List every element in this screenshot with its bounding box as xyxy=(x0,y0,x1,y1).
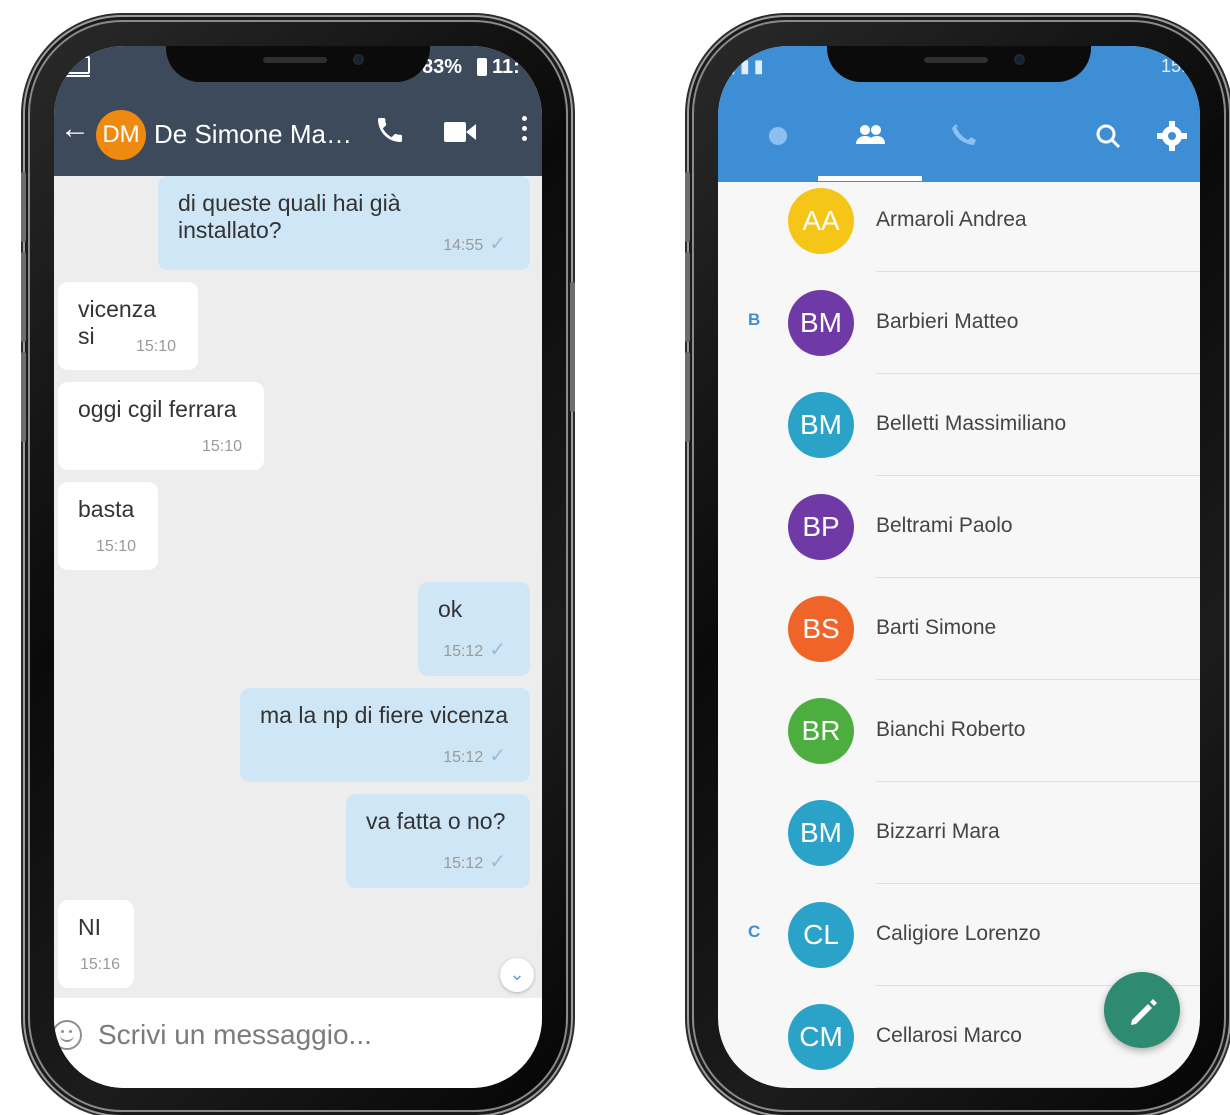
contact-name: Armaroli Andrea xyxy=(876,208,1027,231)
contact-avatar[interactable]: CL xyxy=(788,902,854,968)
contact-avatar[interactable]: BM xyxy=(788,392,854,458)
message-time: 15:12 ✓ xyxy=(443,851,506,873)
contact-name: Caligiore Lorenzo xyxy=(876,922,1041,945)
sent-check-icon: ✓ xyxy=(489,851,506,873)
message-time: 14:55 ✓ xyxy=(443,233,506,255)
message-time: 15:12 ✓ xyxy=(443,639,506,661)
contact-avatar[interactable]: AA xyxy=(788,188,854,254)
message-time: 15:16 xyxy=(80,956,121,973)
section-letter: C xyxy=(748,922,761,941)
contact-name: Beltrami Paolo xyxy=(876,514,1013,537)
pencil-icon xyxy=(1131,999,1157,1025)
contact-name: Barbieri Matteo xyxy=(876,310,1019,333)
compose-button[interactable] xyxy=(1104,972,1180,1048)
message-list[interactable]: di queste quali hai già installato? 14:5… xyxy=(54,176,542,998)
volume-down-button xyxy=(685,352,690,442)
mute-switch xyxy=(21,172,26,242)
message-input[interactable] xyxy=(96,1014,520,1056)
contact-name: Cellarosi Marco xyxy=(876,1024,1022,1047)
contact-name: Bianchi Roberto xyxy=(876,718,1026,741)
more-options-icon[interactable] xyxy=(522,116,528,146)
contact-avatar[interactable]: BM xyxy=(788,290,854,356)
laptop-icon xyxy=(60,56,90,77)
divider xyxy=(876,1087,1200,1088)
chat-phone-frame: 83% 11: ← DM De Simone Ma… di queste qua… xyxy=(21,22,575,1110)
message-composer xyxy=(54,998,542,1088)
section-letter: B xyxy=(748,310,761,329)
emoji-icon[interactable] xyxy=(54,1020,82,1050)
contact-name[interactable]: De Simone Ma… xyxy=(154,119,352,150)
message-bubble-out[interactable]: ok 15:12 ✓ xyxy=(418,582,530,676)
call-icon[interactable] xyxy=(944,116,984,156)
contacts-icon[interactable] xyxy=(850,116,890,156)
phone-icon[interactable] xyxy=(374,114,406,146)
clock: 11: xyxy=(492,56,520,78)
message-time: 15:10 xyxy=(95,538,136,555)
message-bubble-in[interactable]: vicenza si 15:10 xyxy=(58,282,198,370)
contact-row[interactable]: AA Armaroli Andrea xyxy=(718,170,1200,272)
contacts-phone-frame: ▮▮▮ 15:2 AA Armaroli Andrea B BM Barbier… xyxy=(685,22,1224,1110)
volume-down-button xyxy=(21,352,26,442)
contact-row[interactable]: BP Beltrami Paolo xyxy=(718,476,1200,578)
chat-screen: 83% 11: ← DM De Simone Ma… di queste qua… xyxy=(54,46,542,1088)
sent-check-icon: ✓ xyxy=(489,639,506,661)
clock: 15:2 xyxy=(1160,56,1196,76)
message-bubble-in[interactable]: basta 15:10 xyxy=(58,482,158,570)
contacts-screen: ▮▮▮ 15:2 AA Armaroli Andrea B BM Barbier… xyxy=(718,46,1200,1088)
message-bubble-in[interactable]: oggi cgil ferrara 15:10 xyxy=(58,382,264,470)
message-time: 15:10 xyxy=(135,338,176,355)
back-arrow-icon[interactable]: ← xyxy=(60,114,90,144)
message-text: basta xyxy=(78,496,135,522)
sent-check-icon: ✓ xyxy=(489,745,506,767)
power-button xyxy=(570,282,575,412)
scroll-down-button[interactable]: ⌄ xyxy=(500,958,534,992)
notch xyxy=(166,46,430,82)
volume-up-button xyxy=(21,252,26,342)
video-call-icon[interactable] xyxy=(444,120,478,144)
dot-icon[interactable] xyxy=(758,116,798,156)
contact-avatar[interactable]: BS xyxy=(788,596,854,662)
contact-list[interactable]: AA Armaroli Andrea B BM Barbieri Matteo BM Bel… xyxy=(718,182,1200,1088)
search-icon[interactable] xyxy=(1088,116,1128,156)
message-text: di queste quali hai già installato? xyxy=(178,190,401,243)
message-time: 15:10 xyxy=(201,438,242,455)
message-bubble-out[interactable]: di queste quali hai già installato? 14:5… xyxy=(158,176,530,270)
battery-icon xyxy=(477,58,487,76)
contact-avatar[interactable]: BP xyxy=(788,494,854,560)
settings-icon[interactable] xyxy=(1152,116,1192,156)
contact-name: Belletti Massimiliano xyxy=(876,412,1067,435)
message-text: va fatta o no? xyxy=(366,808,506,834)
sent-check-icon: ✓ xyxy=(489,233,506,255)
message-bubble-in[interactable]: NI 15:16 xyxy=(58,900,134,988)
contact-avatar[interactable]: BM xyxy=(788,800,854,866)
contact-row[interactable]: C CL Caligiore Lorenzo xyxy=(718,884,1200,986)
message-text: NI xyxy=(78,914,101,940)
message-text: oggi cgil ferrara xyxy=(78,396,237,422)
mute-switch xyxy=(685,172,690,242)
contact-row[interactable]: BM Bizzarri Mara xyxy=(718,782,1200,884)
chat-header: ← DM De Simone Ma… xyxy=(54,86,542,176)
message-time: 15:12 ✓ xyxy=(443,745,506,767)
message-bubble-out[interactable]: va fatta o no? 15:12 ✓ xyxy=(346,794,530,888)
contact-name: Bizzarri Mara xyxy=(876,820,1000,843)
avatar[interactable]: DM xyxy=(96,110,146,160)
contacts-header xyxy=(718,86,1200,182)
notification-icons: ▮▮▮ xyxy=(726,56,768,76)
contact-row[interactable]: BS Barti Simone xyxy=(718,578,1200,680)
contact-avatar[interactable]: CM xyxy=(788,1004,854,1070)
contact-row[interactable]: BM Belletti Massimiliano xyxy=(718,374,1200,476)
contact-avatar[interactable]: BR xyxy=(788,698,854,764)
message-text: ma la np di fiere vicenza xyxy=(260,702,509,728)
contact-name: Barti Simone xyxy=(876,616,997,639)
chevron-down-icon: ⌄ xyxy=(509,964,525,984)
volume-up-button xyxy=(685,252,690,342)
message-bubble-out[interactable]: ma la np di fiere vicenza 15:12 ✓ xyxy=(240,688,530,782)
contact-row[interactable]: BR Bianchi Roberto xyxy=(718,680,1200,782)
contact-row[interactable]: B BM Barbieri Matteo xyxy=(718,272,1200,374)
message-text: ok xyxy=(438,596,463,622)
notch xyxy=(827,46,1091,82)
